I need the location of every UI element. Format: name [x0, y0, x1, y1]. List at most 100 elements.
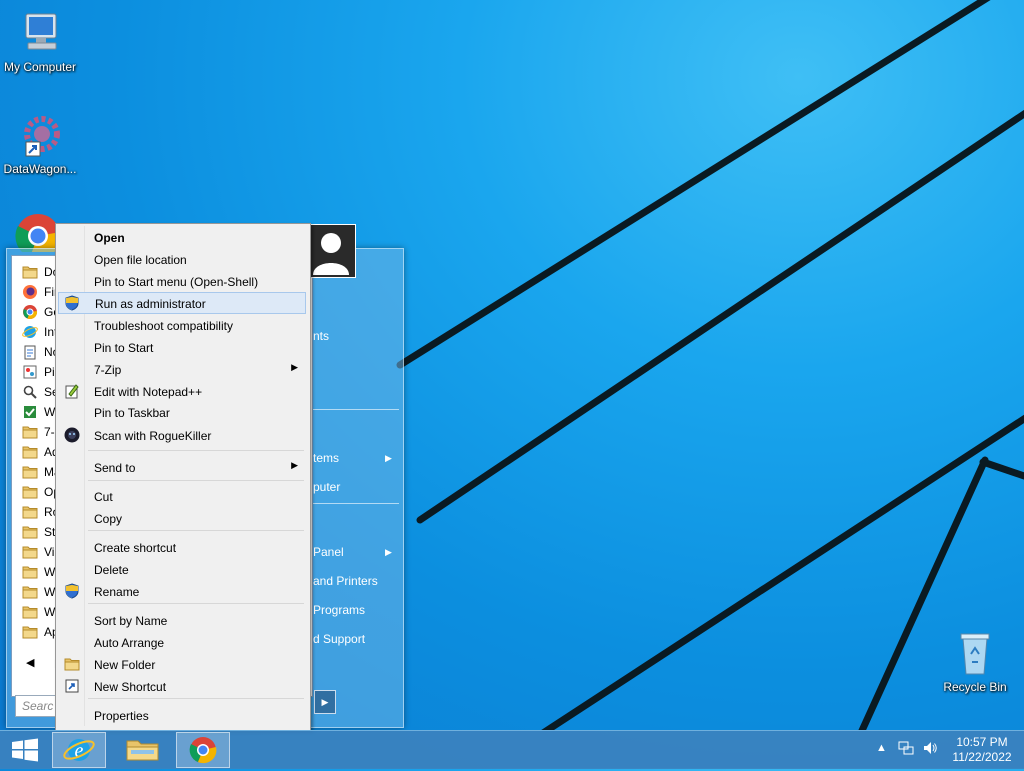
start-menu-right-item[interactable]: puter: [313, 480, 340, 494]
folder-icon: [22, 264, 38, 280]
context-menu-item-label: Delete: [94, 563, 129, 577]
network-icon[interactable]: [898, 740, 914, 759]
chrome-desktop-icon[interactable]: [14, 212, 56, 252]
user-icon: [313, 233, 349, 275]
folder-icon: [22, 484, 38, 500]
start-menu-right-item[interactable]: tems: [313, 451, 339, 465]
menu-separator: [88, 450, 304, 451]
menu-separator: [88, 480, 304, 481]
desktop-icon-datawagon[interactable]: DataWagon...: [0, 112, 80, 176]
desktop-icon-label: Recycle Bin: [943, 680, 1007, 694]
context-menu-item[interactable]: Edit with Notepad++: [58, 380, 306, 402]
context-menu-item[interactable]: New Shortcut: [58, 675, 306, 697]
context-menu-item[interactable]: Properties: [58, 704, 306, 726]
context-menu-item-label: Open: [94, 231, 125, 245]
folder-icon: [22, 564, 38, 580]
roguekiller-icon: [64, 427, 80, 443]
notepad-icon: [22, 344, 38, 360]
context-menu-item[interactable]: Pin to Start: [58, 336, 306, 358]
folder-icon: [22, 604, 38, 620]
context-menu: Open Open file location Pin to Start menu …: [55, 223, 311, 731]
context-menu-item[interactable]: Run as administrator: [58, 292, 306, 314]
back-arrow-icon: ◀: [26, 657, 35, 669]
menu-separator: [88, 530, 304, 531]
submenu-arrow-icon: ▶: [385, 453, 392, 463]
context-menu-item-label: Pin to Taskbar: [94, 406, 170, 420]
context-menu-item[interactable]: Open file location: [58, 248, 306, 270]
context-menu-item-label: 7-Zip: [94, 363, 122, 377]
context-menu-item[interactable]: Pin to Start menu (Open-Shell): [58, 270, 306, 292]
context-menu-item-label: Sort by Name: [94, 614, 168, 628]
context-menu-item[interactable]: Cut: [58, 485, 306, 507]
taskbar-chrome[interactable]: [176, 732, 230, 768]
clock-date: 11/22/2022: [952, 750, 1012, 764]
folder-icon: [22, 424, 38, 440]
shutdown-options-arrow[interactable]: ▶: [314, 690, 336, 714]
context-menu-item[interactable]: Open: [58, 226, 306, 248]
context-menu-item-label: Scan with RogueKiller: [94, 429, 212, 443]
chrome-icon: [15, 214, 56, 252]
context-menu-item[interactable]: 7-Zip ▶: [58, 358, 306, 380]
context-menu-item[interactable]: Copy: [58, 507, 306, 529]
desktop-icon-my-computer[interactable]: My Computer: [0, 10, 80, 74]
context-menu-item-label: Run as administrator: [95, 297, 206, 311]
folder-icon: [22, 544, 38, 560]
folder-icon: [22, 584, 38, 600]
context-menu-item[interactable]: Troubleshoot compatibility: [58, 314, 306, 336]
context-menu-item[interactable]: Send to ▶: [58, 456, 306, 478]
start-menu-right-item[interactable]: Programs: [313, 603, 365, 617]
taskbar-file-explorer[interactable]: [116, 732, 170, 768]
recycle-bin-icon: [951, 630, 999, 678]
file-explorer-icon: [126, 740, 159, 761]
folder-icon: [22, 524, 38, 540]
menu-separator: [313, 503, 399, 504]
context-menu-item[interactable]: New Folder: [58, 653, 306, 675]
context-menu-item[interactable]: Create shortcut: [58, 536, 306, 558]
context-menu-item-label: New Shortcut: [94, 680, 167, 694]
desktop-icon-label: My Computer: [3, 60, 77, 74]
windows-logo-icon: [12, 738, 38, 762]
internet-explorer-icon: e: [63, 739, 95, 762]
submenu-arrow-icon: ▶: [291, 362, 298, 372]
taskbar: e ▲ 10:57 PM 11/22/2022: [0, 730, 1024, 769]
context-menu-item[interactable]: Rename: [58, 580, 306, 602]
start-button[interactable]: [0, 732, 54, 768]
clock-time: 10:57 PM: [956, 735, 1008, 749]
system-clock[interactable]: 10:57 PM 11/22/2022: [944, 735, 1020, 765]
desktop-icon-recycle-bin[interactable]: Recycle Bin: [935, 630, 1015, 694]
context-menu-item[interactable]: Scan with RogueKiller: [58, 424, 306, 446]
context-menu-item[interactable]: Auto Arrange: [58, 631, 306, 653]
context-menu-item-label: Open file location: [94, 253, 187, 267]
show-hidden-icons-arrow[interactable]: ▲: [876, 742, 887, 754]
desktop-icon-label: DataWagon...: [3, 162, 77, 176]
folder-icon: [22, 504, 38, 520]
folder-icon: [64, 656, 80, 672]
chrome-icon: [22, 304, 38, 320]
context-menu-item[interactable]: Delete: [58, 558, 306, 580]
menu-separator: [313, 409, 399, 410]
firefox-icon: [22, 284, 38, 300]
context-menu-item[interactable]: Pin to Taskbar: [58, 401, 306, 423]
shortcut-icon: [64, 678, 80, 694]
context-menu-item-label: Send to: [94, 461, 136, 475]
context-menu-item-label: Auto Arrange: [94, 636, 165, 650]
user-avatar[interactable]: [306, 224, 356, 278]
folder-icon: [22, 464, 38, 480]
taskbar-internet-explorer[interactable]: e: [52, 732, 106, 768]
menu-separator: [88, 603, 304, 604]
ie-icon: [22, 324, 38, 340]
chrome-icon: [189, 737, 217, 764]
computer-icon: [16, 10, 64, 58]
menu-separator: [88, 698, 304, 699]
uac-shield-icon: [64, 295, 80, 311]
context-menu-item-label: New Folder: [94, 658, 156, 672]
context-menu-item[interactable]: Sort by Name: [58, 609, 306, 631]
start-menu-right-item[interactable]: nts: [313, 329, 329, 343]
volume-icon[interactable]: [922, 740, 938, 759]
context-menu-item-label: Create shortcut: [94, 541, 177, 555]
notepadpp-icon: [64, 383, 80, 399]
context-menu-item-label: Pin to Start: [94, 341, 154, 355]
start-menu-right-item[interactable]: d Support: [313, 632, 365, 646]
start-menu-right-item[interactable]: and Printers: [313, 574, 378, 588]
start-menu-right-item[interactable]: Panel: [313, 545, 344, 559]
